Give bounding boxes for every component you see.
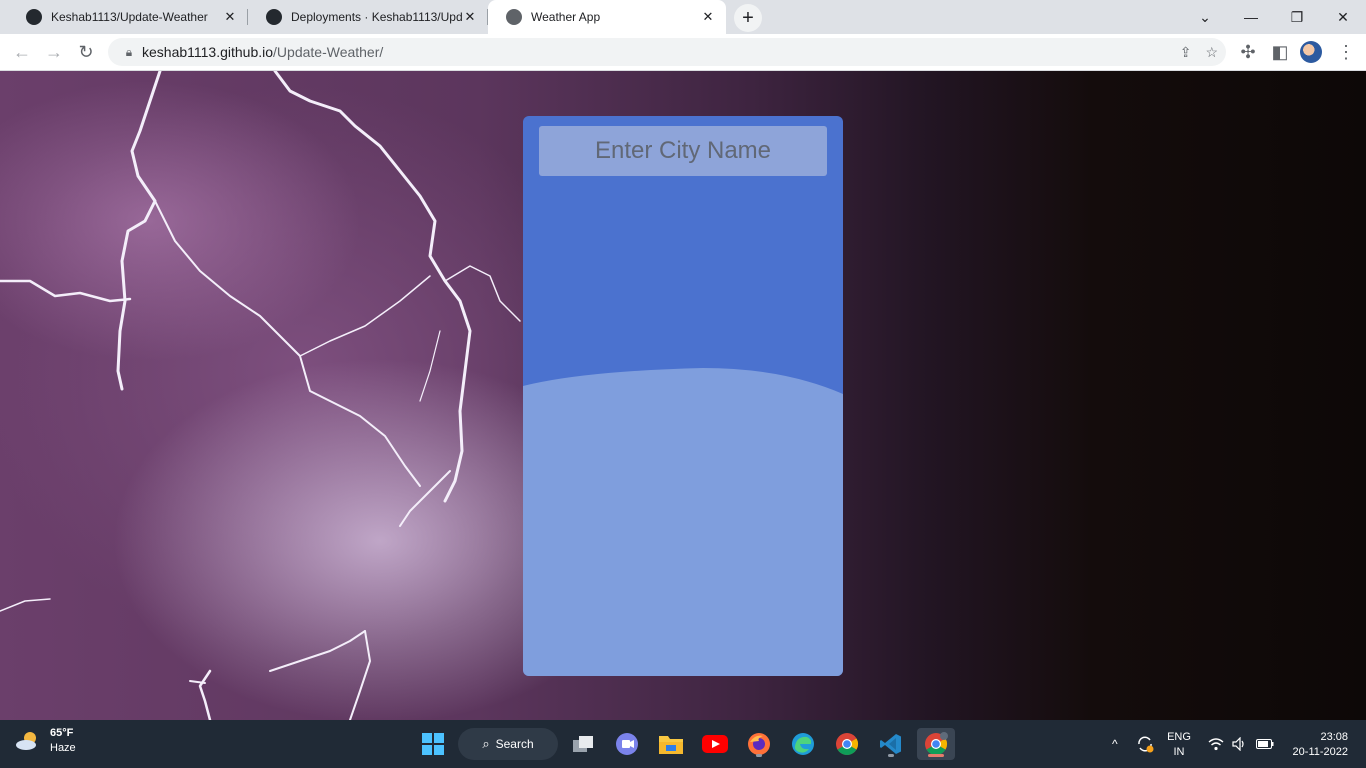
tab-repository[interactable]: Keshab1113/Update-Weather ✕	[8, 0, 248, 34]
wave-shape	[523, 368, 843, 676]
minimize-button[interactable]: —	[1228, 0, 1274, 34]
browser-toolbar: ← → ↻ 🔒︎ keshab1113.github.io/Update-Wea…	[0, 34, 1366, 71]
hazy-sun-icon	[16, 732, 36, 750]
url-domain: keshab1113.github.io	[142, 44, 274, 60]
bookmark-star-icon[interactable]: ☆	[1205, 44, 1218, 61]
language-code: ENG	[1167, 731, 1191, 743]
running-indicator	[756, 754, 762, 757]
close-tab-icon[interactable]: ✕	[222, 9, 238, 25]
url-path: /Update-Weather/	[273, 44, 384, 60]
city-search-input[interactable]	[539, 126, 827, 176]
wifi-icon[interactable]	[1208, 720, 1224, 768]
globe-icon	[506, 9, 522, 25]
github-icon	[26, 9, 42, 25]
profile-avatar[interactable]	[1300, 41, 1322, 63]
vscode-icon[interactable]	[875, 728, 907, 760]
tab-deployments[interactable]: Deployments · Keshab1113/Update-Weather …	[248, 0, 488, 34]
taskbar-search-label: Search	[495, 737, 534, 751]
chrome-active-icon[interactable]	[917, 728, 955, 760]
github-icon	[266, 9, 282, 25]
search-icon: ⌕	[482, 736, 490, 751]
forward-arrow-icon[interactable]: →	[40, 38, 68, 66]
language-region: IN	[1173, 746, 1185, 758]
active-indicator	[928, 754, 944, 757]
weather-widget[interactable]: 65°F Haze	[14, 726, 76, 756]
clock-time: 23:08	[1320, 731, 1348, 743]
extensions-puzzle-icon[interactable]: ✣	[1234, 38, 1262, 66]
weather-temperature: 65°F	[50, 727, 74, 739]
tab-title: Keshab1113/Update-Weather	[51, 10, 208, 24]
close-window-button[interactable]: ✕	[1320, 0, 1366, 34]
tab-weather-app[interactable]: Weather App ✕	[488, 0, 726, 34]
file-explorer-icon[interactable]	[655, 728, 687, 760]
start-windows-icon[interactable]	[417, 728, 449, 760]
running-indicator	[888, 754, 894, 757]
tab-search-button[interactable]: ⌄	[1182, 0, 1228, 34]
show-hidden-icons-chevron-icon[interactable]: ^	[1112, 720, 1118, 768]
taskbar: 65°F Haze ⌕ Search ^ ENG IN 23:08 20-11-…	[0, 720, 1366, 768]
close-tab-icon[interactable]: ✕	[700, 9, 716, 25]
weather-card	[523, 116, 843, 676]
firefox-icon[interactable]	[743, 728, 775, 760]
new-tab-button[interactable]: +	[734, 4, 762, 32]
weather-condition: Haze	[50, 742, 76, 754]
update-sync-icon[interactable]	[1136, 720, 1154, 768]
clock-date: 20-11-2022	[1292, 746, 1348, 758]
share-icon[interactable]: ⇪	[1180, 44, 1192, 61]
language-indicator[interactable]: ENG IN	[1164, 730, 1194, 760]
system-clock[interactable]: 23:08 20-11-2022	[1284, 730, 1348, 760]
menu-kebab-icon[interactable]: ⋮	[1332, 38, 1360, 66]
close-tab-icon[interactable]: ✕	[462, 9, 478, 25]
tab-title: Deployments · Keshab1113/Update-Weather	[291, 10, 462, 24]
youtube-icon[interactable]	[699, 728, 731, 760]
taskbar-search-button[interactable]: ⌕ Search	[458, 728, 558, 760]
lock-icon[interactable]: 🔒︎	[116, 45, 142, 60]
teams-chat-icon[interactable]	[611, 728, 643, 760]
chrome-icon[interactable]	[831, 728, 863, 760]
back-arrow-icon[interactable]: ←	[8, 38, 36, 66]
page-viewport	[0, 71, 1366, 720]
reload-icon[interactable]: ↻	[72, 38, 100, 66]
restore-button[interactable]: ❐	[1274, 0, 1320, 34]
address-bar[interactable]: 🔒︎ keshab1113.github.io/Update-Weather/ …	[108, 38, 1226, 66]
tab-title: Weather App	[531, 10, 601, 24]
task-view-icon[interactable]	[567, 728, 599, 760]
side-panel-icon[interactable]: ◧	[1266, 38, 1294, 66]
battery-icon[interactable]	[1256, 720, 1274, 768]
edge-icon[interactable]	[787, 728, 819, 760]
browser-tab-strip: Keshab1113/Update-Weather ✕ Deployments …	[0, 0, 1366, 34]
volume-icon[interactable]	[1232, 720, 1248, 768]
